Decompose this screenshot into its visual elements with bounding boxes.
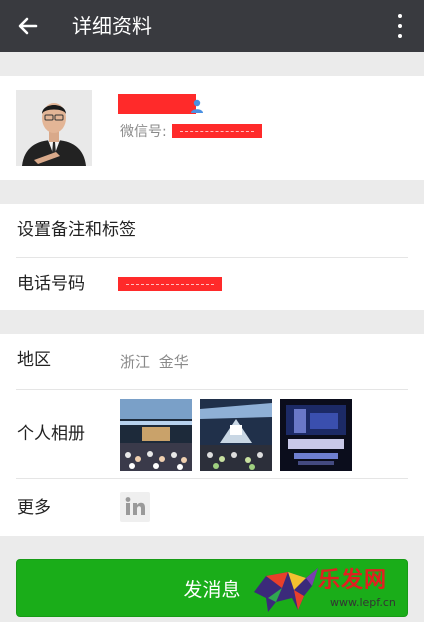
album-photo[interactable] — [120, 399, 192, 471]
album-label: 个人相册 — [17, 424, 85, 444]
more-row[interactable]: 更多 — [0, 482, 424, 535]
watermark-url: www.lepf.cn — [330, 596, 396, 609]
contact-info-group: 设置备注和标签 电话号码 — [0, 204, 424, 310]
region-row: 地区 浙江 金华 — [0, 334, 424, 387]
phone-number-redacted[interactable] — [118, 277, 222, 291]
linkedin-icon — [120, 492, 150, 522]
avatar[interactable] — [16, 90, 92, 166]
wechat-id-label: 微信号: — [120, 124, 167, 140]
profile-card: 微信号: — [0, 76, 424, 180]
top-bar: 详细资料 — [0, 0, 424, 52]
album-photo[interactable] — [280, 399, 352, 471]
male-icon — [190, 98, 204, 113]
back-arrow-icon[interactable] — [12, 10, 44, 42]
divider — [16, 478, 408, 479]
divider — [16, 389, 408, 390]
region-label: 地区 — [17, 350, 51, 370]
name-redacted — [118, 94, 196, 114]
watermark-brand: 乐发网 — [318, 567, 388, 593]
phone-label: 电话号码 — [17, 274, 85, 294]
remark-tags-row[interactable]: 设置备注和标签 — [0, 204, 424, 257]
more-label: 更多 — [17, 498, 51, 518]
remark-tags-label: 设置备注和标签 — [17, 220, 136, 240]
details-group: 地区 浙江 金华 个人相册 更多 — [0, 334, 424, 536]
more-vertical-icon[interactable] — [394, 12, 406, 40]
page-title: 详细资料 — [72, 14, 152, 38]
region-value: 浙江 金华 — [120, 353, 189, 371]
album-photo[interactable] — [200, 399, 272, 471]
wechat-id-redacted — [172, 124, 262, 138]
